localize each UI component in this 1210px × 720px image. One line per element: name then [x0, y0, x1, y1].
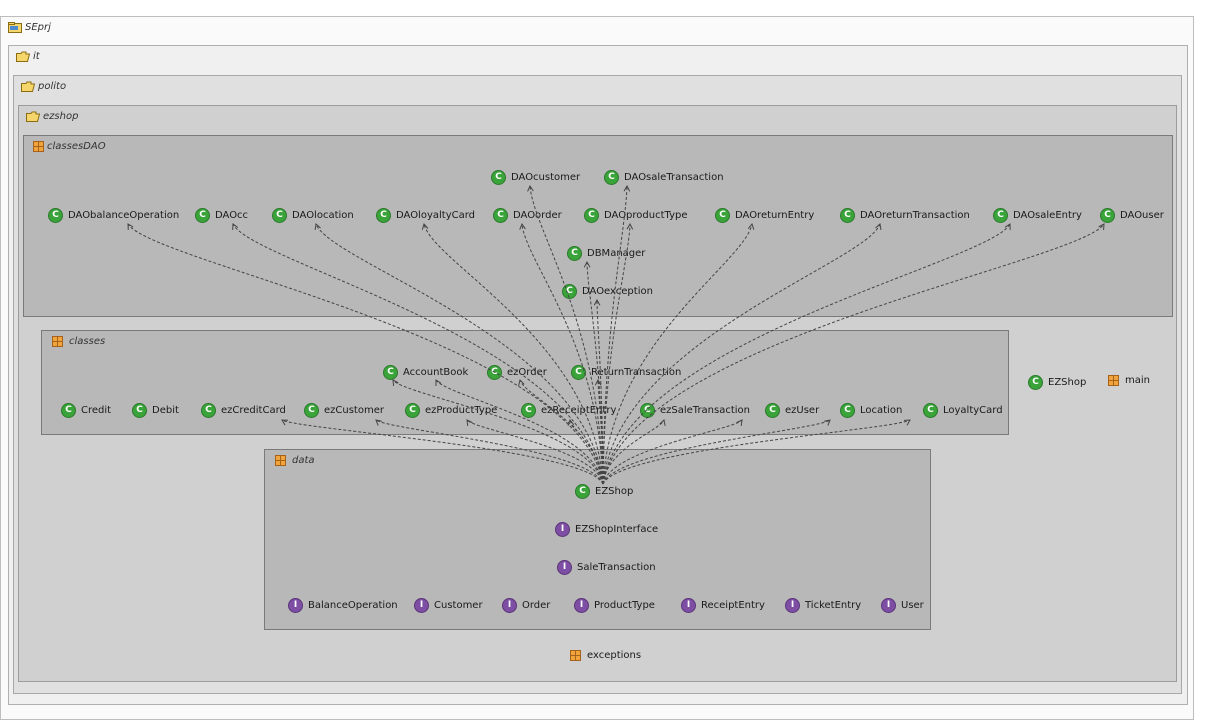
interface-icon: I — [555, 522, 570, 537]
class-icon: C — [304, 403, 319, 418]
interface-ticketentry[interactable]: I TicketEntry — [785, 598, 861, 614]
interface-producttype[interactable]: I ProductType — [574, 598, 655, 614]
class-icon: C — [376, 208, 391, 223]
interface-saletransaction[interactable]: I SaleTransaction — [557, 560, 656, 576]
class-loyaltycard[interactable]: C LoyaltyCard — [923, 403, 1003, 419]
class-icon: C — [383, 365, 398, 380]
interface-balanceoperation[interactable]: I BalanceOperation — [288, 598, 398, 614]
class-icon: C — [405, 403, 420, 418]
class-icon: C — [840, 208, 855, 223]
class-daobalanceoperation[interactable]: C DAObalanceOperation — [48, 208, 179, 224]
interface-user[interactable]: I User — [881, 598, 924, 614]
open-folder-icon — [16, 51, 30, 62]
class-icon: C — [923, 403, 938, 418]
interface-icon: I — [414, 598, 429, 613]
package-icon — [275, 455, 286, 466]
class-daoreturntransaction[interactable]: C DAOreturnTransaction — [840, 208, 970, 224]
class-daoproducttype[interactable]: C DAOproductType — [584, 208, 688, 224]
class-icon: C — [571, 365, 586, 380]
class-accountbook[interactable]: C AccountBook — [383, 365, 468, 381]
class-ezshop-data[interactable]: C EZShop — [575, 484, 633, 500]
class-ezproducttype[interactable]: CezProductType — [405, 403, 497, 419]
interface-ezshopinterface[interactable]: I EZShopInterface — [555, 522, 658, 538]
open-folder-icon — [21, 81, 35, 92]
interface-icon: I — [881, 598, 896, 613]
package-exceptions[interactable]: exceptions — [570, 650, 641, 666]
package-classes: classes — [41, 330, 1009, 435]
class-icon: C — [61, 403, 76, 418]
class-credit[interactable]: C Credit — [61, 403, 111, 419]
package-classesdao-label[interactable]: classesDAO — [47, 141, 106, 152]
package-polito-label[interactable]: polito — [38, 81, 66, 92]
class-icon: C — [272, 208, 287, 223]
class-icon: C — [993, 208, 1008, 223]
class-icon: C — [493, 208, 508, 223]
class-ezshop-main[interactable]: C EZShop — [1028, 375, 1086, 391]
class-icon: C — [487, 365, 502, 380]
class-daoloyaltycard[interactable]: C DAOloyaltyCard — [376, 208, 475, 224]
class-daocc[interactable]: C DAOcc — [195, 208, 248, 224]
interface-order[interactable]: I Order — [502, 598, 550, 614]
class-icon: C — [132, 403, 147, 418]
class-icon: C — [840, 403, 855, 418]
package-icon — [1108, 375, 1119, 386]
class-ezsaletransaction[interactable]: CezSaleTransaction — [640, 403, 750, 419]
class-icon: C — [715, 208, 730, 223]
class-daoreturnentry[interactable]: C DAOreturnEntry — [715, 208, 814, 224]
class-icon: C — [1028, 375, 1043, 390]
class-icon: C — [521, 403, 536, 418]
class-daosaleentry[interactable]: C DAOsaleEntry — [993, 208, 1082, 224]
interface-customer[interactable]: I Customer — [414, 598, 483, 614]
class-ezuser[interactable]: CezUser — [765, 403, 819, 419]
class-ezcreditcard[interactable]: CezCreditCard — [201, 403, 286, 419]
class-daolocation[interactable]: C DAOlocation — [272, 208, 354, 224]
class-icon: C — [640, 403, 655, 418]
interface-icon: I — [557, 560, 572, 575]
interface-icon: I — [785, 598, 800, 613]
class-icon: C — [491, 170, 506, 185]
class-daoexception[interactable]: C DAOexception — [562, 284, 653, 300]
package-classes-label[interactable]: classes — [69, 336, 105, 347]
package-main[interactable]: main — [1108, 375, 1150, 391]
class-daouser[interactable]: C DAOuser — [1100, 208, 1164, 224]
package-data-label[interactable]: data — [292, 455, 315, 466]
class-icon: C — [567, 246, 582, 261]
interface-receiptentry[interactable]: I ReceiptEntry — [681, 598, 765, 614]
class-icon: C — [562, 284, 577, 299]
package-icon — [570, 650, 581, 661]
class-icon: C — [604, 170, 619, 185]
open-folder-icon — [26, 111, 40, 122]
package-it-label[interactable]: it — [33, 51, 40, 62]
class-icon: C — [201, 403, 216, 418]
class-ezreceiptentry[interactable]: CezReceiptEntry — [521, 403, 616, 419]
class-location[interactable]: C Location — [840, 403, 902, 419]
class-icon: C — [1100, 208, 1115, 223]
class-icon: C — [765, 403, 780, 418]
class-icon: C — [195, 208, 210, 223]
project-icon — [8, 22, 22, 33]
interface-icon: I — [681, 598, 696, 613]
class-daosaletransaction[interactable]: C DAOsaleTransaction — [604, 170, 724, 186]
package-icon — [33, 141, 44, 152]
class-daocustomer[interactable]: C DAOcustomer — [491, 170, 580, 186]
class-ezcustomer[interactable]: CezCustomer — [304, 403, 384, 419]
package-seprj-label[interactable]: SEprj — [25, 22, 51, 33]
package-icon — [52, 336, 63, 347]
class-ezorder[interactable]: CezOrder — [487, 365, 547, 381]
class-returntransaction[interactable]: C ReturnTransaction — [571, 365, 681, 381]
class-dbmanager[interactable]: C DBManager — [567, 246, 645, 262]
class-icon: C — [575, 484, 590, 499]
interface-icon: I — [288, 598, 303, 613]
class-icon: C — [48, 208, 63, 223]
class-icon: C — [584, 208, 599, 223]
interface-icon: I — [502, 598, 517, 613]
class-daoorder[interactable]: C DAOorder — [493, 208, 562, 224]
interface-icon: I — [574, 598, 589, 613]
package-ezshop-label[interactable]: ezshop — [43, 111, 78, 122]
class-debit[interactable]: C Debit — [132, 403, 179, 419]
